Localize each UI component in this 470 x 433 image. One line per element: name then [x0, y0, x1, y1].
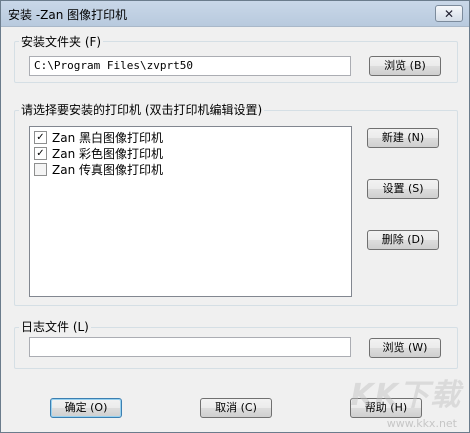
printer-checkbox-fax[interactable]: [34, 162, 47, 176]
cancel-button[interactable]: 取消 (C): [200, 398, 272, 418]
browse-log-file-button[interactable]: 浏览 (W): [369, 338, 441, 358]
install-folder-label: 安装文件夹 (F): [19, 33, 104, 50]
install-folder-input[interactable]: C:\Program Files\zvprt50: [29, 56, 351, 76]
printer-item-label: Zan 黑白图像打印机: [52, 130, 163, 145]
printer-item-fax[interactable]: Zan 传真图像打印机: [34, 161, 163, 177]
printer-checkbox-color[interactable]: ✓: [34, 146, 47, 160]
watermark-url: www.kkx.net: [386, 417, 457, 430]
delete-printer-button[interactable]: 删除 (D): [367, 230, 439, 250]
log-file-label: 日志文件 (L): [19, 318, 91, 335]
close-icon: ✕: [443, 6, 455, 21]
printer-item-color[interactable]: ✓ Zan 彩色图像打印机: [34, 145, 163, 161]
ok-button[interactable]: 确定 (O): [50, 398, 122, 418]
close-button[interactable]: ✕: [435, 5, 463, 22]
printer-item-label: Zan 彩色图像打印机: [52, 146, 163, 161]
log-file-input[interactable]: [29, 337, 351, 357]
printers-group-label: 请选择要安装的打印机 (双击打印机编辑设置): [19, 101, 265, 118]
printer-item-label: Zan 传真图像打印机: [52, 162, 163, 177]
new-printer-button[interactable]: 新建 (N): [367, 128, 439, 148]
installer-dialog: 安装 -Zan 图像打印机 ✕ 安装文件夹 (F) C:\Program Fil…: [0, 0, 470, 433]
printer-settings-button[interactable]: 设置 (S): [367, 179, 439, 199]
watermark-logo: KK下载: [350, 378, 461, 413]
window-title: 安装 -Zan 图像打印机: [8, 8, 128, 22]
printer-list[interactable]: ✓ Zan 黑白图像打印机 ✓ Zan 彩色图像打印机 Zan 传真图像打印机: [29, 126, 352, 297]
printer-item-mono[interactable]: ✓ Zan 黑白图像打印机: [34, 129, 163, 145]
printer-checkbox-mono[interactable]: ✓: [34, 130, 47, 144]
title-bar[interactable]: 安装 -Zan 图像打印机 ✕: [1, 1, 469, 27]
browse-install-folder-button[interactable]: 浏览 (B): [369, 56, 441, 76]
